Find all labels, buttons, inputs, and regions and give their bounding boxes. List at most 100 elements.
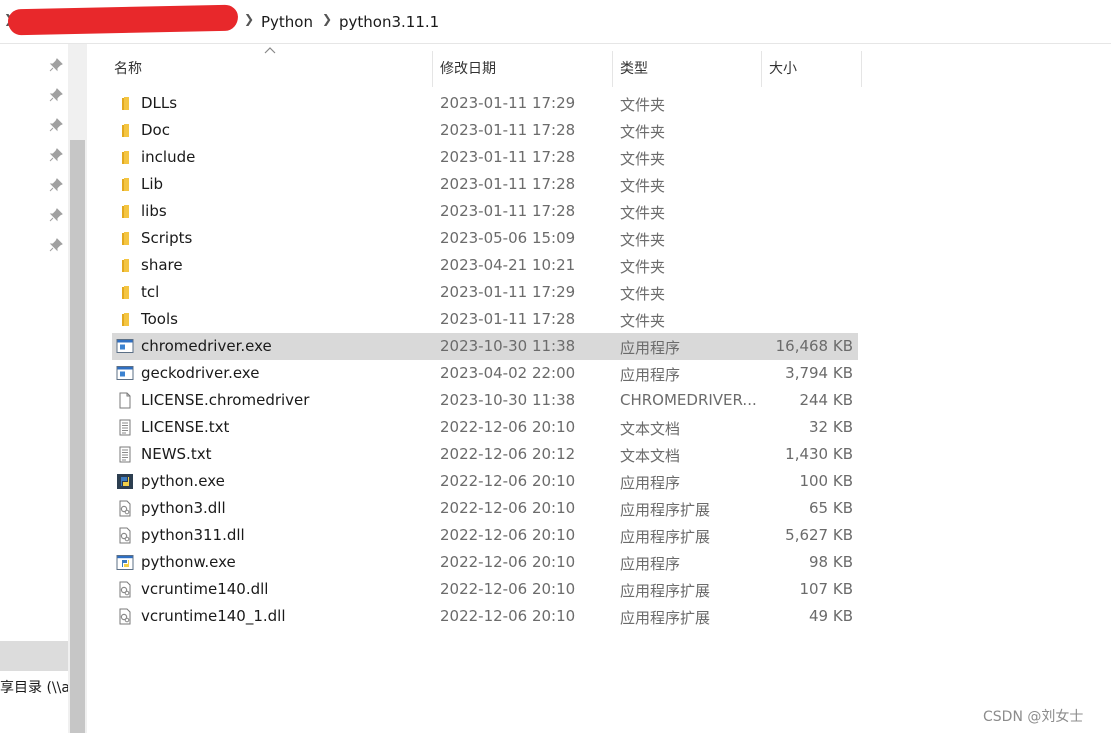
pin-icon[interactable] — [49, 118, 63, 132]
file-modified-date: 2023-01-11 17:29 — [440, 94, 576, 112]
pin-icon[interactable] — [49, 148, 63, 162]
breadcrumb-item-python[interactable]: Python — [261, 13, 313, 31]
dll-icon — [116, 500, 134, 517]
file-name: chromedriver.exe — [141, 337, 272, 355]
file-row[interactable]: DLLs 2023-01-11 17:29 文件夹 — [112, 90, 858, 117]
file-row[interactable]: NEWS.txt 2022-12-06 20:12 文本文档 1,430 KB — [112, 441, 858, 468]
column-header-size[interactable]: 大小 — [769, 58, 797, 78]
file-list: DLLs 2023-01-11 17:29 文件夹 Doc 2023-01-11 17:… — [112, 90, 858, 630]
dll-icon — [116, 608, 134, 625]
file-name: libs — [141, 202, 167, 220]
file-row[interactable]: LICENSE.txt 2022-12-06 20:10 文本文档 32 KB — [112, 414, 858, 441]
watermark: CSDN @刘女士 — [983, 709, 1084, 725]
file-modified-date: 2023-01-11 17:28 — [440, 202, 576, 220]
file-type: 文件夹 — [620, 285, 666, 303]
folder-icon — [116, 176, 134, 193]
file-modified-date: 2023-10-30 11:38 — [440, 391, 576, 409]
file-type: 文件夹 — [620, 177, 666, 195]
file-name: python3.dll — [141, 499, 226, 517]
file-type: 文件夹 — [620, 123, 666, 141]
file-row[interactable]: chromedriver.exe 2023-10-30 11:38 应用程序 16,4… — [112, 333, 858, 360]
file-modified-date: 2023-01-11 17:28 — [440, 175, 576, 193]
file-name: DLLs — [141, 94, 178, 112]
file-size: 5,627 KB — [785, 526, 853, 544]
file-name: include — [141, 148, 196, 166]
file-row[interactable]: python.exe 2022-12-06 20:10 应用程序 100 KB — [112, 468, 858, 495]
file-row[interactable]: Lib 2023-01-11 17:28 文件夹 — [112, 171, 858, 198]
address-bar[interactable]: ❯ ❯ Python ❯ python3.11.1 — [0, 0, 1111, 44]
folder-icon — [116, 230, 134, 247]
scrollbar-thumb[interactable] — [70, 140, 85, 733]
file-name: Scripts — [141, 229, 193, 247]
file-row[interactable]: vcruntime140.dll 2022-12-06 20:10 应用程序扩展 10… — [112, 576, 858, 603]
file-row[interactable]: libs 2023-01-11 17:28 文件夹 — [112, 198, 858, 225]
column-header-date[interactable]: 修改日期 — [440, 58, 496, 78]
file-row[interactable]: tcl 2023-01-11 17:29 文件夹 — [112, 279, 858, 306]
file-modified-date: 2022-12-06 20:10 — [440, 553, 576, 571]
file-row[interactable]: Tools 2023-01-11 17:28 文件夹 — [112, 306, 858, 333]
pin-icon[interactable] — [49, 178, 63, 192]
folder-icon — [116, 284, 134, 301]
dll-icon — [116, 581, 134, 598]
folder-icon — [116, 257, 134, 274]
column-divider[interactable] — [761, 51, 762, 87]
column-divider[interactable] — [612, 51, 613, 87]
file-size: 1,430 KB — [785, 445, 853, 463]
file-modified-date: 2023-01-11 17:28 — [440, 121, 576, 139]
column-header-name[interactable]: 名称 — [114, 58, 142, 78]
column-divider[interactable] — [861, 51, 862, 87]
file-row[interactable]: share 2023-04-21 10:21 文件夹 — [112, 252, 858, 279]
column-header-type[interactable]: 类型 — [620, 58, 648, 78]
column-divider[interactable] — [432, 51, 433, 87]
breadcrumb-item-current-folder[interactable]: python3.11.1 — [339, 13, 439, 31]
pin-icon[interactable] — [49, 208, 63, 222]
pin-icon[interactable] — [49, 88, 63, 102]
file-size: 16,468 KB — [775, 337, 853, 355]
column-header-row: 名称 修改日期 类型 大小 — [88, 44, 1111, 88]
folder-icon — [116, 311, 134, 328]
file-name: pythonw.exe — [141, 553, 236, 571]
file-modified-date: 2022-12-06 20:10 — [440, 607, 576, 625]
file-row[interactable]: python311.dll 2022-12-06 20:10 应用程序扩展 5,627… — [112, 522, 858, 549]
file-type: 应用程序扩展 — [620, 501, 711, 519]
file-row[interactable]: include 2023-01-11 17:28 文件夹 — [112, 144, 858, 171]
file-name: geckodriver.exe — [141, 364, 260, 382]
file-name: LICENSE.chromedriver — [141, 391, 310, 409]
nav-item-selected[interactable] — [0, 641, 68, 671]
nav-item-shared-directory[interactable]: 享目录 (\\a — [0, 677, 68, 697]
navigation-pane: 享目录 (\\a — [0, 44, 68, 733]
file-row[interactable]: Scripts 2023-05-06 15:09 文件夹 — [112, 225, 858, 252]
file-type: 文件夹 — [620, 96, 666, 114]
file-type: 文件夹 — [620, 231, 666, 249]
file-type: 文件夹 — [620, 312, 666, 330]
file-row[interactable]: pythonw.exe 2022-12-06 20:10 应用程序 98 KB — [112, 549, 858, 576]
chevron-right-icon[interactable]: ❯ — [244, 12, 254, 26]
file-size: 49 KB — [809, 607, 853, 625]
file-modified-date: 2023-10-30 11:38 — [440, 337, 576, 355]
file-type: 应用程序扩展 — [620, 609, 711, 627]
pin-icon[interactable] — [49, 238, 63, 252]
folder-icon — [116, 203, 134, 220]
file-size: 98 KB — [809, 553, 853, 571]
file-size: 107 KB — [799, 580, 853, 598]
pythonw-exe-icon — [116, 554, 134, 571]
dll-icon — [116, 527, 134, 544]
file-type: 应用程序 — [620, 366, 681, 384]
file-modified-date: 2022-12-06 20:10 — [440, 499, 576, 517]
file-size: 65 KB — [809, 499, 853, 517]
file-row[interactable]: LICENSE.chromedriver 2023-10-30 11:38 CHRO… — [112, 387, 858, 414]
file-name: python311.dll — [141, 526, 245, 544]
nav-pane-scrollbar[interactable] — [68, 44, 87, 733]
pin-icon[interactable] — [49, 58, 63, 72]
file-modified-date: 2022-12-06 20:10 — [440, 526, 576, 544]
file-icon — [116, 392, 134, 409]
chevron-right-icon[interactable]: ❯ — [322, 12, 332, 26]
file-modified-date: 2022-12-06 20:10 — [440, 580, 576, 598]
file-type: 文件夹 — [620, 258, 666, 276]
file-row[interactable]: geckodriver.exe 2023-04-02 22:00 应用程序 3,794… — [112, 360, 858, 387]
file-row[interactable]: python3.dll 2022-12-06 20:10 应用程序扩展 65 KB — [112, 495, 858, 522]
file-row[interactable]: vcruntime140_1.dll 2022-12-06 20:10 应用程序扩展… — [112, 603, 858, 630]
file-type: 文件夹 — [620, 150, 666, 168]
file-name: vcruntime140.dll — [141, 580, 269, 598]
file-row[interactable]: Doc 2023-01-11 17:28 文件夹 — [112, 117, 858, 144]
